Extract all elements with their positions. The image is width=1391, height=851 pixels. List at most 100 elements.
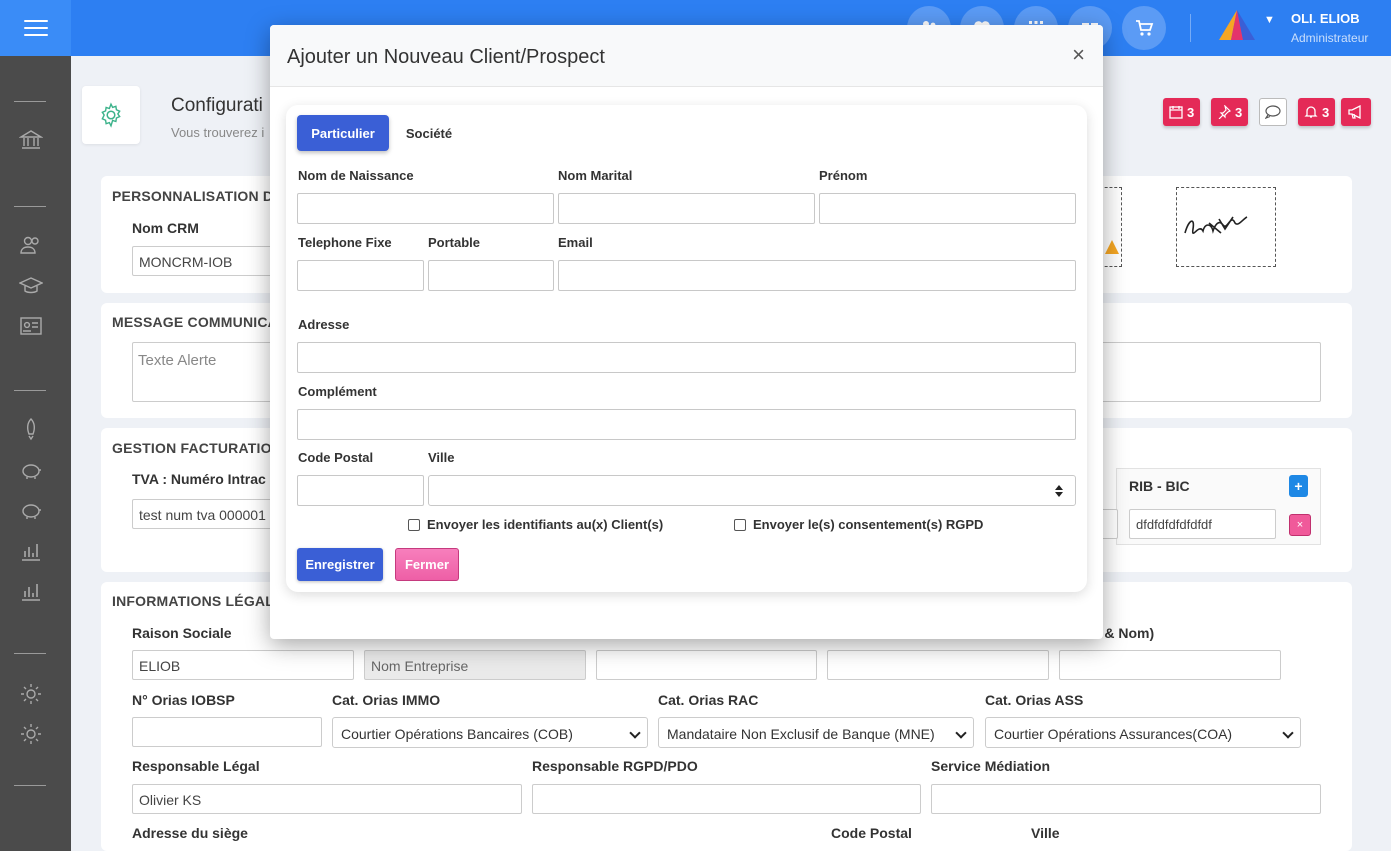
- rib-partial-input[interactable]: [1101, 509, 1118, 539]
- siege-ville-label: Ville: [1031, 825, 1060, 841]
- topbar-divider: [1190, 14, 1191, 42]
- cancel-button[interactable]: Fermer: [395, 548, 459, 581]
- nom-marital-input[interactable]: [558, 193, 815, 224]
- add-rib-button[interactable]: +: [1289, 475, 1308, 497]
- users-icon[interactable]: [19, 233, 43, 257]
- code-postal-label: Code Postal: [298, 450, 374, 465]
- card-title: INFORMATIONS LÉGALE: [112, 593, 284, 609]
- complement-input[interactable]: [297, 409, 1076, 440]
- rac-label: Cat. Orias RAC: [658, 692, 759, 708]
- email-input[interactable]: [558, 260, 1076, 291]
- bar-chart-icon[interactable]: [19, 539, 43, 563]
- ass-select[interactable]: Courtier Opérations Assurances(COA): [985, 717, 1301, 748]
- rib-input[interactable]: dfdfdfdfdfdfdf: [1129, 509, 1276, 539]
- adresse-input[interactable]: [297, 342, 1076, 373]
- page-title: Configurati: [171, 95, 263, 116]
- rgpd-input[interactable]: [532, 784, 921, 814]
- portable-input[interactable]: [428, 260, 554, 291]
- rac-select[interactable]: Mandataire Non Exclusif de Banque (MNE): [658, 717, 974, 748]
- close-icon[interactable]: ×: [1072, 44, 1085, 66]
- pin-icon: [1218, 105, 1231, 119]
- sidebar-divider: [14, 206, 46, 207]
- prenom-label: Prénom: [819, 168, 868, 183]
- portable-label: Portable: [428, 235, 481, 250]
- siege-cp-label: Code Postal: [831, 825, 912, 841]
- orias-iobsp-label: N° Orias IOBSP: [132, 692, 235, 708]
- sidebar: [0, 56, 71, 851]
- tab-particulier[interactable]: Particulier: [297, 115, 389, 151]
- sidebar-divider: [14, 785, 46, 786]
- modal-title: Ajouter un Nouveau Client/Prospect: [287, 46, 605, 68]
- immo-select[interactable]: Courtier Opérations Bancaires (COB): [332, 717, 648, 748]
- tel-fixe-label: Telephone Fixe: [298, 235, 392, 250]
- send-identifiants-checkbox[interactable]: Envoyer les identifiants au(x) Client(s): [408, 517, 663, 532]
- mediation-label: Service Médiation: [931, 758, 1051, 774]
- tab-societe[interactable]: Société: [396, 115, 462, 151]
- adresse-label: Adresse: [298, 317, 350, 332]
- signature-image[interactable]: [1176, 187, 1276, 267]
- sidebar-divider: [14, 101, 46, 102]
- legal-field-3[interactable]: [596, 650, 817, 680]
- email-label: Email: [558, 235, 593, 250]
- client-form: Particulier Société Nom de Naissance Nom…: [286, 105, 1087, 592]
- graduation-cap-icon[interactable]: [19, 274, 43, 298]
- send-identifiants-label: Envoyer les identifiants au(x) Client(s): [427, 517, 664, 532]
- pin-count: 3: [1235, 104, 1243, 120]
- save-button[interactable]: Enregistrer: [297, 548, 383, 581]
- immo-label: Cat. Orias IMMO: [332, 692, 441, 708]
- code-postal-input[interactable]: [297, 475, 424, 506]
- ville-label: Ville: [428, 450, 455, 465]
- sidebar-divider: [14, 390, 46, 391]
- gear-icon[interactable]: [19, 722, 43, 746]
- nom-naissance-label: Nom de Naissance: [298, 168, 414, 183]
- ville-select[interactable]: [428, 475, 1076, 506]
- page-subtitle: Vous trouverez i: [171, 125, 265, 140]
- mediation-input[interactable]: [931, 784, 1321, 814]
- calendar-badge[interactable]: 3: [1163, 98, 1201, 126]
- rocket-icon[interactable]: [19, 417, 43, 441]
- sidebar-divider: [14, 653, 46, 654]
- nom-marital-label: Nom Marital: [558, 168, 633, 183]
- checkbox-box[interactable]: [408, 518, 420, 531]
- nom-naissance-input[interactable]: [297, 193, 554, 224]
- chat-button[interactable]: [1259, 98, 1287, 126]
- bell-badge[interactable]: 3: [1298, 98, 1336, 126]
- piggy-bank-icon[interactable]: [19, 498, 43, 522]
- chevron-down-icon[interactable]: ▼: [1264, 14, 1275, 26]
- chat-icon: [1265, 105, 1281, 119]
- legal-field-4[interactable]: [827, 650, 1049, 680]
- piggy-bank-icon[interactable]: [19, 458, 43, 482]
- cart-icon[interactable]: [1122, 6, 1166, 50]
- calendar-icon: [1169, 106, 1183, 119]
- send-rgpd-checkbox[interactable]: Envoyer le(s) consentement(s) RGPD: [734, 517, 983, 532]
- bar-chart-icon[interactable]: [19, 579, 43, 603]
- tva-input[interactable]: test num tva 000001: [132, 499, 292, 529]
- add-client-modal: Ajouter un Nouveau Client/Prospect × Par…: [270, 25, 1103, 639]
- hamburger-menu-icon[interactable]: [0, 0, 71, 56]
- raison-sociale-input[interactable]: ELIOB: [132, 650, 354, 680]
- rgpd-label: Responsable RGPD/PDO: [532, 758, 698, 774]
- nom-crm-input[interactable]: MONCRM-IOB: [132, 246, 292, 276]
- id-card-icon[interactable]: [19, 314, 43, 338]
- signature-image: [1184, 216, 1248, 235]
- orias-iobsp-input[interactable]: [132, 717, 322, 747]
- entreprise-input[interactable]: Nom Entreprise: [364, 650, 586, 680]
- legal-field-5[interactable]: [1059, 650, 1281, 680]
- prenom-input[interactable]: [819, 193, 1076, 224]
- resp-legal-input[interactable]: Olivier KS: [132, 784, 522, 814]
- bell-icon: [1304, 106, 1318, 118]
- user-name[interactable]: OLI. ELIOB: [1291, 11, 1360, 26]
- pin-badge[interactable]: 3: [1211, 98, 1249, 126]
- megaphone-button[interactable]: [1341, 98, 1371, 126]
- sort-arrows-icon: [1055, 485, 1063, 497]
- rib-header: RIB - BIC: [1129, 478, 1190, 494]
- remove-rib-button[interactable]: ×: [1289, 514, 1311, 536]
- bank-icon[interactable]: [19, 128, 43, 152]
- megaphone-icon: [1348, 105, 1361, 119]
- tel-fixe-input[interactable]: [297, 260, 424, 291]
- resp-legal-label: Responsable Légal: [132, 758, 260, 774]
- gear-icon[interactable]: [19, 682, 43, 706]
- bell-count: 3: [1322, 104, 1330, 120]
- send-rgpd-label: Envoyer le(s) consentement(s) RGPD: [753, 517, 984, 532]
- checkbox-box[interactable]: [734, 518, 746, 531]
